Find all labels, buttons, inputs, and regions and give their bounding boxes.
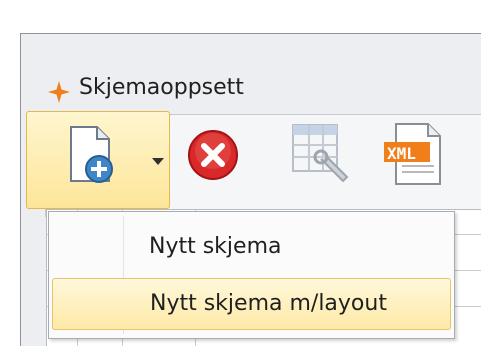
menu-item-new-form-with-layout[interactable]: Nytt skjema m/layout <box>52 278 451 330</box>
chevron-down-icon[interactable] <box>152 158 164 165</box>
menu-item-label: Nytt skjema <box>149 234 282 259</box>
menu-item-label: Nytt skjema m/layout <box>150 291 387 316</box>
new-form-dropdown-menu: Nytt skjema Nytt skjema m/layout <box>48 211 455 339</box>
table-wrench-icon[interactable] <box>291 123 351 187</box>
delete-x-icon[interactable] <box>187 129 239 181</box>
orange-star-icon <box>48 81 70 103</box>
xml-export-button[interactable]: XML <box>384 122 444 186</box>
menu-item-new-form[interactable]: Nytt skjema <box>52 222 451 274</box>
xml-icon-text: XML <box>387 144 416 163</box>
window-title: Skjemaoppsett <box>79 75 244 100</box>
new-document-icon <box>70 126 113 183</box>
